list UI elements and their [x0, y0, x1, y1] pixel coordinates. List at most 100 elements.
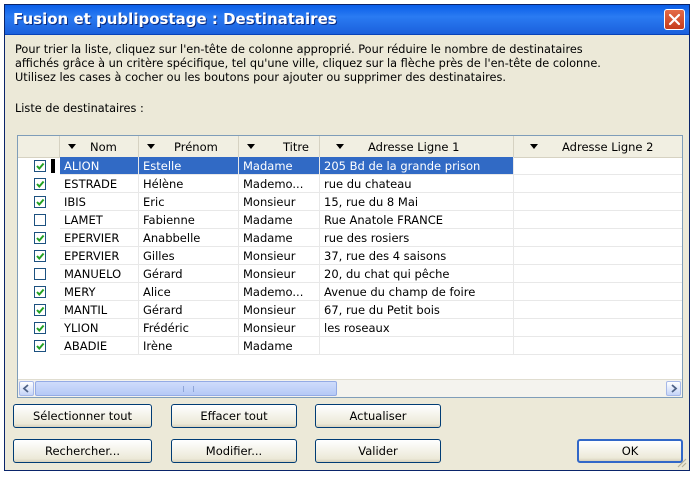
table-row[interactable]: MANUELO Gérard Monsieur 20, du chat qui pêc…	[18, 265, 682, 283]
cell-adresse1: 205 Bd de la grande prison	[320, 157, 514, 175]
cell-prenom: Anabbelle	[139, 229, 239, 247]
recipient-checkbox[interactable]	[34, 268, 46, 280]
scroll-left-button[interactable]	[19, 381, 34, 396]
cell-adresse1	[320, 337, 514, 355]
table-row[interactable]: ABADIE Irène Madame	[18, 337, 682, 355]
dialog-title: Fusion et publipostage : Destinataires	[13, 10, 337, 28]
checkmark-icon	[36, 234, 45, 243]
horizontal-scrollbar[interactable]	[18, 379, 682, 397]
recipient-checkbox[interactable]	[34, 304, 46, 316]
table-row[interactable]: MANTIL Gérard Monsieur 67, rue du Petit boi…	[18, 301, 682, 319]
close-icon	[668, 13, 681, 26]
recipient-checkbox[interactable]	[34, 160, 46, 172]
cell-nom: ALION	[60, 157, 139, 175]
cell-adresse2	[514, 319, 682, 337]
find-button[interactable]: Rechercher...	[13, 439, 152, 463]
clear-all-button[interactable]: Effacer tout	[171, 404, 297, 428]
cell-adresse2	[514, 283, 682, 301]
cell-adresse1: 20, du chat qui pêche	[320, 265, 514, 283]
checkmark-icon	[36, 288, 45, 297]
cell-nom: MANUELO	[60, 265, 139, 283]
grip-icon	[183, 386, 194, 392]
table-row[interactable]: LAMET Fabienne Madame Rue Anatole FRANCE	[18, 211, 682, 229]
cell-titre: Mademo...	[239, 283, 320, 301]
ok-button[interactable]: OK	[577, 439, 683, 463]
cell-prenom: Gérard	[139, 301, 239, 319]
cell-prenom: Gilles	[139, 247, 239, 265]
filter-arrow-icon[interactable]	[66, 140, 78, 152]
cell-titre: Madame	[239, 211, 320, 229]
table-row[interactable]: IBIS Eric Monsieur 15, rue du 8 Mai	[18, 193, 682, 211]
cell-titre: Monsieur	[239, 193, 320, 211]
title-bar[interactable]: Fusion et publipostage : Destinataires	[5, 5, 689, 35]
recipient-checkbox[interactable]	[34, 286, 46, 298]
table-row[interactable]: EPERVIER Gilles Monsieur 37, rue des 4 sais…	[18, 247, 682, 265]
cell-adresse2	[514, 193, 682, 211]
select-all-button[interactable]: Sélectionner tout	[13, 404, 152, 428]
cell-adresse2	[514, 157, 682, 175]
recipient-checkbox[interactable]	[34, 322, 46, 334]
checkmark-icon	[36, 180, 45, 189]
recipient-checkbox[interactable]	[34, 214, 46, 226]
cell-prenom: Gérard	[139, 265, 239, 283]
validate-button[interactable]: Valider	[315, 439, 441, 463]
cell-adresse2	[514, 301, 682, 319]
cell-prenom: Estelle	[139, 157, 239, 175]
recipient-checkbox[interactable]	[34, 232, 46, 244]
table-row[interactable]: ESTRADE Hélène Mademo... rue du chateau	[18, 175, 682, 193]
recipient-checkbox[interactable]	[34, 178, 46, 190]
refresh-button[interactable]: Actualiser	[315, 404, 441, 428]
cell-adresse1: 15, rue du 8 Mai	[320, 193, 514, 211]
instructions-line: Utilisez les cases à cocher ou les bouto…	[15, 71, 506, 84]
cell-adresse2	[514, 337, 682, 355]
cell-prenom: Frédéric	[139, 319, 239, 337]
cell-adresse1: Rue Anatole FRANCE	[320, 211, 514, 229]
cell-nom: MANTIL	[60, 301, 139, 319]
cell-nom: YLION	[60, 319, 139, 337]
chevron-left-icon	[22, 384, 29, 393]
recipient-list[interactable]: Nom Prénom Titre Adresse Ligne 1 Adresse…	[17, 135, 683, 398]
cell-nom: IBIS	[60, 193, 139, 211]
checkmark-icon	[36, 306, 45, 315]
checkmark-icon	[36, 342, 45, 351]
current-row-marker	[51, 159, 55, 173]
cell-prenom: Alice	[139, 283, 239, 301]
header-checkbox-column	[18, 136, 60, 157]
cell-adresse2	[514, 247, 682, 265]
cell-adresse2	[514, 229, 682, 247]
cell-adresse2	[514, 175, 682, 193]
column-header-adresse-2[interactable]: Adresse Ligne 2	[514, 136, 682, 157]
close-button[interactable]	[664, 9, 685, 30]
column-header-prenom[interactable]: Prénom	[139, 136, 239, 157]
cell-titre: Madame	[239, 157, 320, 175]
instructions-line: affichés grâce à un critère spécifique, …	[15, 57, 601, 70]
filter-arrow-icon[interactable]	[145, 140, 157, 152]
scrollbar-thumb[interactable]	[35, 381, 337, 396]
cell-titre: Madame	[239, 337, 320, 355]
table-row[interactable]: EPERVIER Anabbelle Madame rue des rosiers	[18, 229, 682, 247]
resize-grip-icon[interactable]	[675, 456, 687, 468]
recipient-checkbox[interactable]	[34, 340, 46, 352]
recipient-checkbox[interactable]	[34, 250, 46, 262]
cell-nom: MERY	[60, 283, 139, 301]
cell-titre: Mademo...	[239, 175, 320, 193]
cell-nom: ABADIE	[60, 337, 139, 355]
column-header-adresse-1[interactable]: Adresse Ligne 1	[320, 136, 514, 157]
filter-arrow-icon[interactable]	[334, 140, 346, 152]
table-row[interactable]: MERY Alice Mademo... Avenue du champ de foi…	[18, 283, 682, 301]
cell-titre: Madame	[239, 229, 320, 247]
edit-button[interactable]: Modifier...	[171, 439, 297, 463]
table-row[interactable]: YLION Frédéric Monsieur les roseaux	[18, 319, 682, 337]
filter-arrow-icon[interactable]	[245, 140, 257, 152]
table-row[interactable]: ALION Estelle Madame 205 Bd de la grande pr…	[18, 157, 682, 175]
checkmark-icon	[36, 198, 45, 207]
cell-prenom: Hélène	[139, 175, 239, 193]
cell-titre: Monsieur	[239, 301, 320, 319]
cell-adresse2	[514, 211, 682, 229]
scroll-right-button[interactable]	[666, 381, 681, 396]
column-header-titre[interactable]: Titre	[239, 136, 320, 157]
recipient-checkbox[interactable]	[34, 196, 46, 208]
column-header-nom[interactable]: Nom	[60, 136, 139, 157]
instructions-line: Pour trier la liste, cliquez sur l'en-tê…	[15, 43, 583, 56]
filter-arrow-icon[interactable]	[528, 140, 540, 152]
